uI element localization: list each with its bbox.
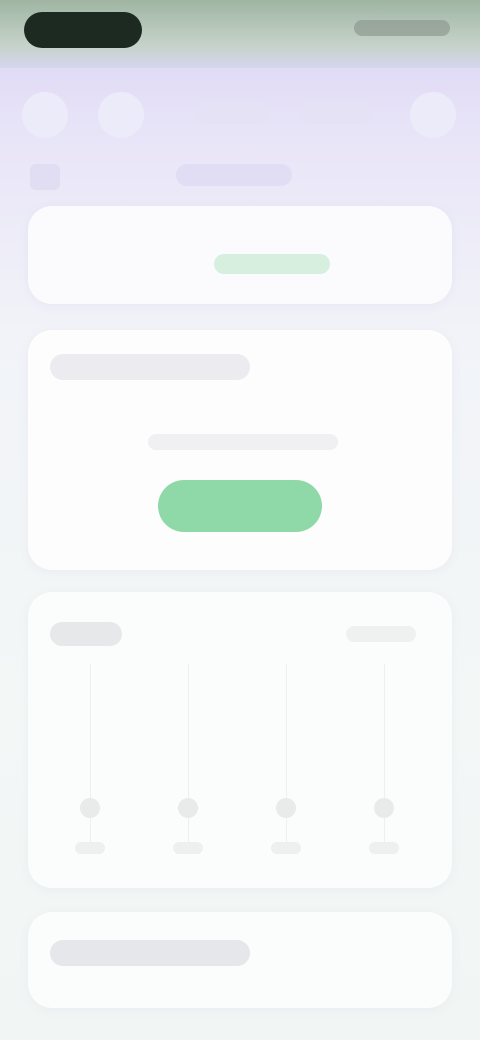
chart-gridline xyxy=(188,664,189,854)
nav-tab[interactable] xyxy=(196,102,268,124)
status-bar xyxy=(0,0,480,68)
nav-circle-icon[interactable] xyxy=(98,92,144,138)
chart-point xyxy=(276,798,296,818)
chart-x-label xyxy=(75,842,105,854)
chart-gridline xyxy=(90,664,91,854)
nav-tab[interactable] xyxy=(300,102,372,124)
bottom-card[interactable] xyxy=(28,912,452,1008)
chart-card xyxy=(28,592,452,888)
chart-gridline xyxy=(384,664,385,854)
record-card-title xyxy=(50,354,250,380)
chart-point xyxy=(374,798,394,818)
sub-header xyxy=(0,156,480,196)
record-card-caption xyxy=(148,434,338,450)
chart-gridline xyxy=(286,664,287,854)
bottom-card-title xyxy=(50,940,250,966)
chart-x-label xyxy=(271,842,301,854)
chart-title xyxy=(50,622,122,646)
record-button[interactable] xyxy=(158,480,322,532)
chart-point xyxy=(80,798,100,818)
chart-x-label xyxy=(173,842,203,854)
record-card xyxy=(28,330,452,570)
more-icon[interactable] xyxy=(410,92,456,138)
chart-x-label xyxy=(369,842,399,854)
top-navigation xyxy=(0,76,480,156)
summary-card[interactable] xyxy=(28,206,452,304)
status-icons xyxy=(354,20,450,36)
status-time-pill xyxy=(24,12,142,48)
chart-more-link[interactable] xyxy=(346,626,416,642)
chart-point xyxy=(178,798,198,818)
summary-status-text xyxy=(214,254,330,274)
back-icon[interactable] xyxy=(22,92,68,138)
calendar-icon[interactable] xyxy=(30,164,60,190)
sub-header-title xyxy=(176,164,292,186)
